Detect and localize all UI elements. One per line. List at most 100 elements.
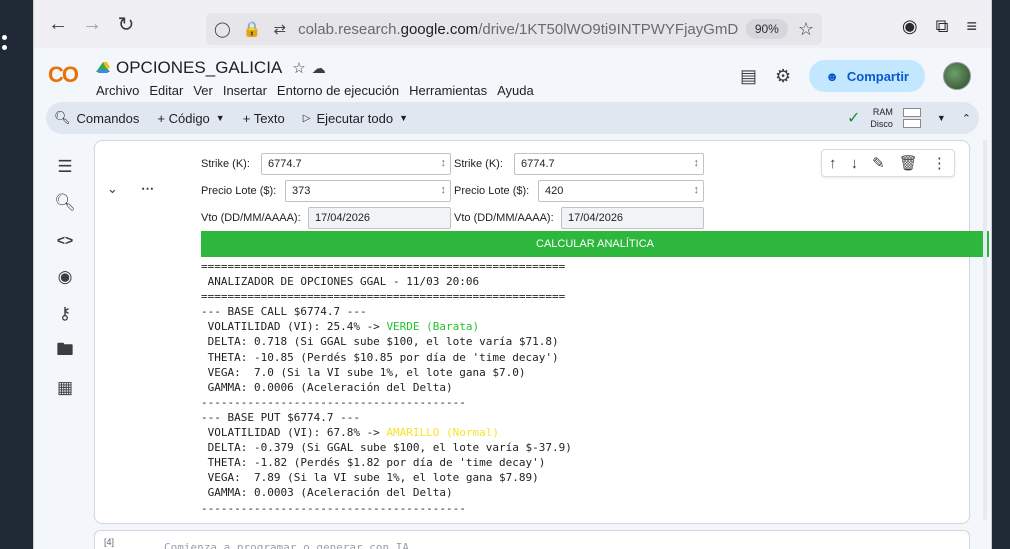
chevron-down-icon[interactable]: ▼ <box>937 113 946 123</box>
edit-pencil-icon[interactable]: ✎ <box>872 154 885 172</box>
play-icon: ▷ <box>302 112 311 124</box>
extensions-icon[interactable]: ⧉ <box>936 16 949 37</box>
connected-check-icon: ✓ <box>846 110 861 127</box>
resource-labels[interactable]: RAM Disco <box>870 106 893 130</box>
chevron-down-icon: ▼ <box>399 113 408 123</box>
cell-output: ========================================… <box>201 259 961 516</box>
more-options-icon[interactable]: ⋮ <box>932 154 947 172</box>
menu-insertar[interactable]: Insertar <box>223 83 267 98</box>
cloud-sync-icon[interactable]: ☁ <box>312 60 326 77</box>
shield-icon: ◯ <box>214 21 231 38</box>
star-icon[interactable]: ☆ <box>292 59 305 77</box>
add-code-button[interactable]: + Código ▼ <box>157 111 224 126</box>
table-of-contents-icon[interactable]: ☰ <box>54 156 76 178</box>
chevron-up-icon[interactable]: ⌃ <box>962 112 971 125</box>
find-replace-icon[interactable]: 🔍︎ <box>54 192 76 214</box>
ram-label: RAM <box>872 107 893 117</box>
lot-label: Precio Lote ($): <box>201 185 277 197</box>
put-vol-tag: AMARILLO (Normal) <box>386 426 500 440</box>
call-theta: THETA: -10.85 (Perdés $10.85 por día de … <box>201 350 559 364</box>
browser-right-icons: ◉ ⧉ ≡ <box>902 16 977 37</box>
lot-label: Precio Lote ($): <box>454 185 530 197</box>
chevron-down-icon: ▼ <box>215 113 225 123</box>
cell-more-icon[interactable]: ⋯ <box>141 181 154 197</box>
dash-separator: ---------------------------------------- <box>201 501 466 515</box>
strike-put-input[interactable]: 6774.7 <box>514 153 704 175</box>
zoom-level[interactable]: 90% <box>745 19 788 39</box>
menu-editar[interactable]: Editar <box>149 83 183 98</box>
menu-herramientas[interactable]: Herramientas <box>409 83 487 98</box>
address-bar[interactable]: ◯ 🔒 ⇄ colab.research.google.com/drive/1K… <box>206 13 822 45</box>
call-volatility: VOLATILIDAD (VI): 25.4% -> VERDE (Barata… <box>201 319 961 334</box>
calculate-button[interactable]: CALCULAR ANALÍTICA <box>201 231 989 257</box>
account-icon[interactable]: ◉ <box>902 16 918 37</box>
variables-icon[interactable]: ◉ <box>54 266 76 288</box>
add-text-label: + Texto <box>242 110 285 126</box>
expiry-put-input[interactable]: 17/04/2026 <box>561 207 704 229</box>
delete-icon[interactable]: 🗑 <box>899 154 918 172</box>
menu-archivo[interactable]: Archivo <box>96 83 139 98</box>
cell-number: [4] <box>104 537 115 547</box>
separator-line: ========================================… <box>201 260 566 273</box>
browser-window: ← → ↻ ◯ 🔒 ⇄ colab.research.google.com/dr… <box>33 0 992 549</box>
share-button[interactable]: ☻ Compartir <box>809 60 925 92</box>
put-theta: THETA: -1.82 (Perdés $1.82 por día de 't… <box>201 456 546 470</box>
cell-placeholder[interactable]: Comienza a programar o generar con IA. <box>164 541 416 549</box>
forward-arrow-icon[interactable]: → <box>78 10 106 38</box>
output-header: ANALIZADOR DE OPCIONES GGAL - 11/03 20:0… <box>201 275 480 289</box>
call-title: --- BASE CALL $6774.7 --- <box>201 305 367 319</box>
settings-gear-icon[interactable]: ⚙ <box>775 66 791 87</box>
code-cell[interactable]: ⌄ ⋯ ↑ ↓ ✎ 🗑 ⋮ Strike (K): 6774.7 Strike … <box>94 140 989 524</box>
lot-call-input[interactable]: 373 <box>285 180 451 202</box>
menu-hamburger-icon[interactable]: ≡ <box>966 16 977 37</box>
cell-toolbar: ↑ ↓ ✎ 🗑 ⋮ <box>821 149 955 177</box>
move-down-icon[interactable]: ↓ <box>851 155 859 172</box>
call-vol-text: VOLATILIDAD (VI): 25.4% -> <box>201 320 387 334</box>
colab-header: CO OPCIONES_GALICIA ☆ ☁ Archivo Editar V… <box>34 48 991 104</box>
strike-call-input[interactable]: 6774.7 <box>261 153 451 175</box>
scrollbar[interactable] <box>983 140 987 520</box>
menu-entorno[interactable]: Entorno de ejecución <box>277 83 399 98</box>
notebook-toolbar: 🔍︎ Comandos + Código ▼ + Texto ▷ Ejecutar… <box>46 102 979 134</box>
comments-icon[interactable]: ▤ <box>740 66 757 87</box>
menu-bar: Archivo Editar Ver Insertar Entorno de e… <box>96 83 534 98</box>
put-delta: DELTA: -0.379 (Si GGAL sube $100, el lot… <box>201 441 572 455</box>
lock-icon: 🔒 <box>242 21 262 38</box>
disk-label: Disco <box>870 119 893 129</box>
menu-ver[interactable]: Ver <box>193 83 213 98</box>
put-vol-text: VOLATILIDAD (VI): 67.8% -> <box>201 426 387 440</box>
call-gamma: GAMMA: 0.0006 (Aceleración del Delta) <box>201 380 453 394</box>
menu-ayuda[interactable]: Ayuda <box>497 83 534 98</box>
window-dot <box>2 45 7 50</box>
strike-label: Strike (K): <box>454 158 503 170</box>
url-text[interactable]: colab.research.google.com/drive/1KT50lWO… <box>298 21 738 38</box>
lot-put-input[interactable]: 420 <box>538 180 704 202</box>
call-delta: DELTA: 0.718 (Si GGAL sube $100, el lote… <box>201 335 559 349</box>
put-volatility: VOLATILIDAD (VI): 67.8% -> AMARILLO (Nor… <box>201 425 961 440</box>
bookmark-star-icon[interactable]: ☆ <box>798 19 814 40</box>
move-up-icon[interactable]: ↑ <box>829 155 837 172</box>
run-all-label: Ejecutar todo <box>316 110 394 126</box>
colab-logo[interactable]: CO <box>48 62 79 88</box>
ram-bar <box>902 108 921 117</box>
commands-button[interactable]: 🔍︎ Comandos <box>54 110 139 126</box>
back-arrow-icon[interactable]: ← <box>44 10 72 38</box>
notebook-title[interactable]: OPCIONES_GALICIA <box>116 58 282 78</box>
strike-row: Strike (K): 6774.7 Strike (K): 6774.7 <box>201 153 704 175</box>
people-icon: ☻ <box>825 68 839 84</box>
secrets-key-icon[interactable]: ⚷ <box>54 303 76 325</box>
resource-bars[interactable] <box>902 108 921 128</box>
dash-separator: ---------------------------------------- <box>201 395 466 409</box>
expiry-label: Vto (DD/MM/AAAA): <box>454 212 554 224</box>
separator-line: ========================================… <box>201 290 566 304</box>
code-snippets-icon[interactable]: <> <box>54 229 76 251</box>
collapse-chevron-icon[interactable]: ⌄ <box>107 181 118 197</box>
reload-icon[interactable]: ↻ <box>112 10 140 38</box>
data-table-icon[interactable]: ▦ <box>54 377 76 399</box>
avatar[interactable] <box>943 62 971 90</box>
put-gamma: GAMMA: 0.0003 (Aceleración del Delta) <box>201 486 453 500</box>
add-text-button[interactable]: + Texto <box>243 111 285 126</box>
run-all-button[interactable]: ▷ Ejecutar todo ▼ <box>303 111 408 126</box>
expiry-call-input[interactable]: 17/04/2026 <box>308 207 451 229</box>
files-folder-icon[interactable]: 🖿 <box>54 340 76 362</box>
